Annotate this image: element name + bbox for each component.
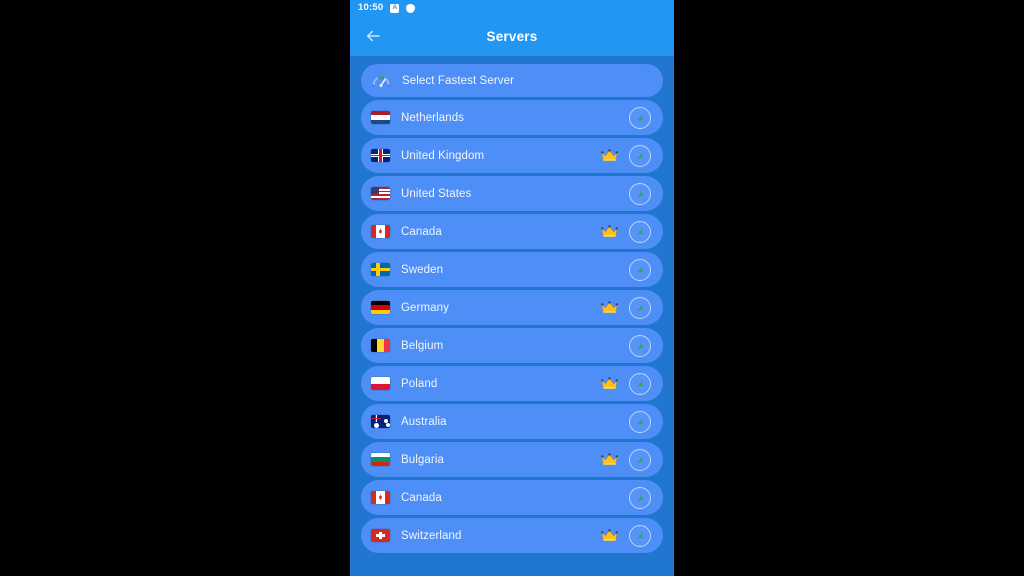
signal-strength-icon[interactable] — [629, 220, 651, 243]
server-row[interactable]: Poland — [361, 366, 663, 401]
screenshot-stage: 10:50 A Servers Select Fastest Server Ne… — [0, 0, 1024, 576]
server-row-label: United Kingdom — [401, 149, 485, 162]
server-row-label: United States — [401, 187, 472, 200]
server-row[interactable]: Germany — [361, 290, 663, 325]
server-row[interactable]: United Kingdom — [361, 138, 663, 173]
server-row-label: Australia — [401, 415, 447, 428]
premium-crown-icon — [601, 149, 618, 162]
signal-strength-icon[interactable] — [629, 106, 651, 129]
page-title: Servers — [486, 28, 538, 44]
server-row[interactable]: Canada — [361, 480, 663, 515]
flag-icon-au — [371, 415, 390, 428]
server-list: Select Fastest Server Netherlands United … — [350, 56, 674, 553]
country-rows-container: Netherlands United Kingdom United States Ca… — [350, 100, 674, 553]
speedometer-icon — [371, 73, 391, 88]
server-row-label: Switzerland — [401, 529, 462, 542]
server-row-label: Poland — [401, 377, 438, 390]
server-row[interactable]: Switzerland — [361, 518, 663, 553]
select-fastest-server-row[interactable]: Select Fastest Server — [361, 64, 663, 97]
server-row[interactable]: Canada — [361, 214, 663, 249]
server-row[interactable]: United States — [361, 176, 663, 211]
phone-viewport: 10:50 A Servers Select Fastest Server Ne… — [350, 0, 674, 576]
server-row-label: Canada — [401, 491, 442, 504]
signal-strength-icon[interactable] — [629, 372, 651, 395]
app-header: Servers — [350, 16, 674, 56]
server-row[interactable]: Australia — [361, 404, 663, 439]
flag-icon-ca — [371, 491, 390, 504]
server-row[interactable]: Sweden — [361, 252, 663, 287]
server-row[interactable]: Netherlands — [361, 100, 663, 135]
signal-strength-icon[interactable] — [629, 486, 651, 509]
status-bar-clock: 10:50 — [358, 2, 384, 14]
signal-strength-icon[interactable] — [629, 334, 651, 357]
flag-icon-se — [371, 263, 390, 276]
flag-icon-gb — [371, 149, 390, 162]
server-row[interactable]: Belgium — [361, 328, 663, 363]
flag-icon-nl — [371, 111, 390, 124]
select-fastest-server-label: Select Fastest Server — [402, 74, 515, 87]
signal-strength-icon[interactable] — [629, 296, 651, 319]
server-row-label: Canada — [401, 225, 442, 238]
server-row-label: Netherlands — [401, 111, 465, 124]
status-bar: 10:50 A — [350, 0, 674, 16]
flag-icon-pl — [371, 377, 390, 390]
premium-crown-icon — [601, 453, 618, 466]
premium-crown-icon — [601, 529, 618, 542]
premium-crown-icon — [601, 377, 618, 390]
flag-icon-bg — [371, 453, 390, 466]
flag-icon-de — [371, 301, 390, 314]
signal-strength-icon[interactable] — [629, 144, 651, 167]
signal-strength-icon[interactable] — [629, 410, 651, 433]
server-row-label: Bulgaria — [401, 453, 444, 466]
signal-strength-icon[interactable] — [629, 448, 651, 471]
server-row[interactable]: Bulgaria — [361, 442, 663, 477]
arrow-left-icon — [364, 27, 382, 45]
server-row-label: Sweden — [401, 263, 444, 276]
flag-icon-ch — [371, 529, 390, 542]
app-notification-icon: A — [390, 3, 400, 13]
signal-strength-icon[interactable] — [629, 524, 651, 547]
flag-icon-ca — [371, 225, 390, 238]
back-button[interactable] — [362, 25, 384, 47]
flag-icon-us — [371, 187, 390, 200]
vpn-shield-icon — [406, 3, 416, 13]
flag-icon-be — [371, 339, 390, 352]
signal-strength-icon[interactable] — [629, 182, 651, 205]
server-row-label: Germany — [401, 301, 449, 314]
signal-strength-icon[interactable] — [629, 258, 651, 281]
premium-crown-icon — [601, 301, 618, 314]
premium-crown-icon — [601, 225, 618, 238]
server-row-label: Belgium — [401, 339, 444, 352]
